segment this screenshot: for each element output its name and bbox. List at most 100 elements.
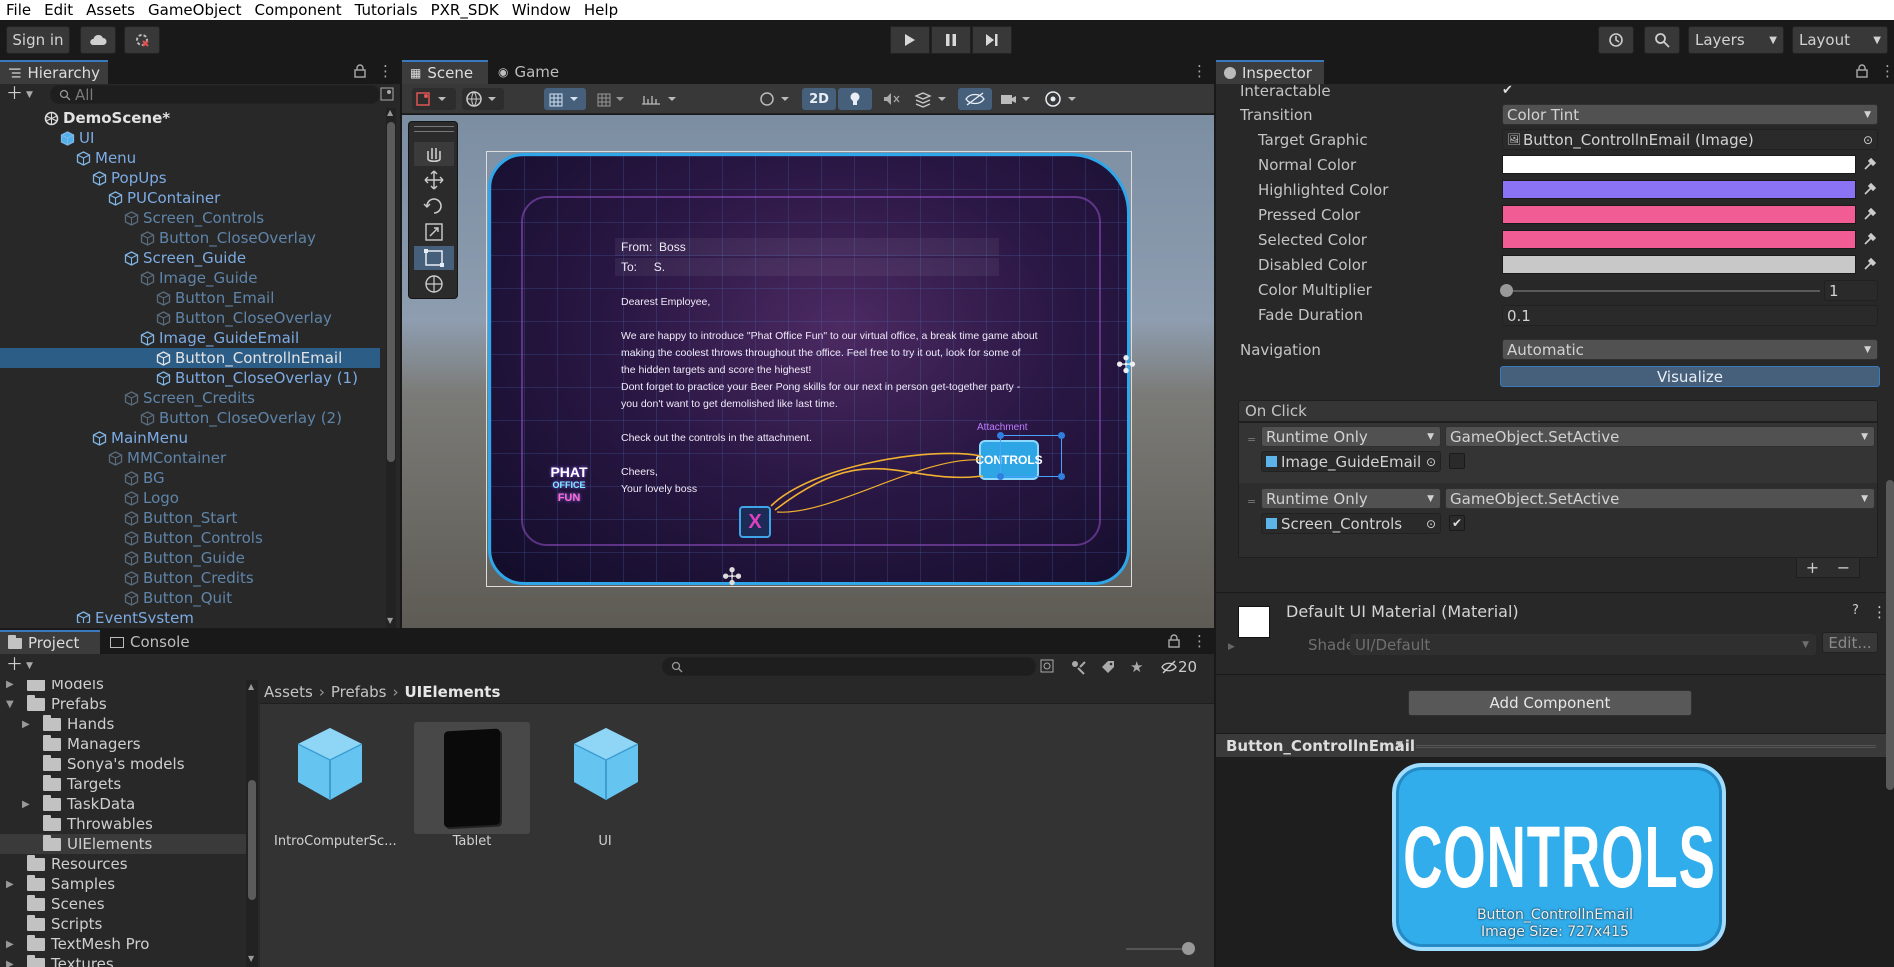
- chevron-right-icon[interactable]: ▶: [22, 719, 40, 730]
- tab-scene[interactable]: ▦ Scene: [402, 60, 488, 84]
- chevron-down-icon[interactable]: ▼: [1396, 740, 1403, 750]
- lock-icon[interactable]: [354, 64, 368, 80]
- breadcrumb-uielements[interactable]: UIElements: [405, 683, 501, 701]
- object-picker-icon[interactable]: ⊙: [1863, 133, 1873, 147]
- project-folder-item[interactable]: Throwables: [0, 814, 246, 834]
- ruler-dropdown[interactable]: [638, 88, 688, 110]
- project-folder-item[interactable]: ▼ Prefabs: [0, 694, 246, 714]
- multiplier-slider-thumb[interactable]: [1500, 284, 1513, 297]
- setactive-checkbox[interactable]: [1449, 453, 1465, 469]
- eyedropper-icon[interactable]: [1861, 205, 1879, 223]
- hierarchy-item[interactable]: MainMenu: [0, 428, 380, 448]
- scroll-up-icon[interactable]: ▲: [387, 108, 395, 118]
- help-icon[interactable]: ?: [1852, 603, 1859, 618]
- hierarchy-item[interactable]: Screen_Guide: [0, 248, 380, 268]
- move-tool[interactable]: [414, 168, 454, 192]
- resize-handle[interactable]: [1058, 473, 1065, 480]
- hand-tool[interactable]: [414, 142, 454, 166]
- lighting-toggle[interactable]: [838, 88, 872, 110]
- tag-icon[interactable]: [1100, 659, 1116, 675]
- hierarchy-scrollbar[interactable]: ▲ ▼: [386, 108, 396, 628]
- project-folder-item[interactable]: ▶ Samples: [0, 874, 246, 894]
- tab-hierarchy[interactable]: Hierarchy: [0, 60, 108, 84]
- chevron-right-icon[interactable]: ▶: [6, 879, 24, 890]
- hierarchy-search-input[interactable]: All: [50, 85, 380, 104]
- hierarchy-item[interactable]: BG: [0, 468, 380, 488]
- transform-tool[interactable]: [414, 272, 454, 296]
- resize-handle[interactable]: [1058, 432, 1065, 439]
- anchor-gizmo[interactable]: ✣: [722, 563, 742, 591]
- scene-visibility-icon[interactable]: [380, 87, 394, 101]
- scroll-down-icon[interactable]: ▼: [387, 616, 395, 626]
- project-folder-item[interactable]: Scripts: [0, 914, 246, 934]
- add-icon[interactable]: ＋: [6, 86, 23, 103]
- minus-icon[interactable]: −: [1837, 558, 1850, 577]
- project-search-input[interactable]: [662, 657, 1036, 676]
- shader-dropdown[interactable]: UI/Default ▼: [1350, 634, 1816, 655]
- lock-icon[interactable]: [1856, 64, 1868, 78]
- view-options-dropdown[interactable]: [756, 88, 798, 110]
- hierarchy-item[interactable]: PopUps: [0, 168, 380, 188]
- kebab-menu-icon[interactable]: ⋮: [1192, 632, 1207, 650]
- project-folder-item[interactable]: ▶ Hands: [0, 714, 246, 734]
- tab-game[interactable]: ◉ Game: [490, 60, 570, 84]
- function-dropdown[interactable]: GameObject.SetActive ▼: [1445, 426, 1875, 447]
- chevron-right-icon[interactable]: ▶: [6, 680, 24, 690]
- preview-title[interactable]: Button_ControllnEmail: [1226, 737, 1415, 755]
- star-icon[interactable]: ★: [1130, 658, 1143, 676]
- asset-item[interactable]: UI: [550, 722, 660, 862]
- function-dropdown[interactable]: GameObject.SetActive ▼: [1445, 488, 1875, 509]
- preview-resize-grip[interactable]: [1416, 745, 1876, 748]
- lock-icon[interactable]: [1168, 634, 1180, 648]
- project-folder-item[interactable]: ▶ TextMesh Pro: [0, 934, 246, 954]
- step-button[interactable]: [972, 26, 1012, 54]
- kebab-menu-icon[interactable]: ⋮: [378, 62, 393, 80]
- object-picker-icon[interactable]: ⊙: [1426, 455, 1436, 469]
- search-button[interactable]: [1644, 26, 1680, 54]
- target-graphic-field[interactable]: 🖼 Button_ControllnEmail (Image) ⊙: [1502, 129, 1878, 150]
- scale-tool[interactable]: [414, 220, 454, 244]
- chevron-down-icon[interactable]: ▼: [6, 699, 24, 710]
- chevron-right-icon[interactable]: ▶: [6, 939, 24, 950]
- tab-inspector[interactable]: Inspector: [1216, 60, 1324, 84]
- chevron-right-icon[interactable]: ▶: [6, 959, 24, 967]
- menu-window[interactable]: Window: [506, 1, 578, 19]
- menu-pxr-sdk[interactable]: PXR_SDK: [425, 1, 506, 19]
- add-icon[interactable]: ＋: [6, 657, 23, 674]
- eyedropper-icon[interactable]: [1861, 155, 1879, 173]
- grid-snap-dropdown[interactable]: [544, 88, 586, 110]
- visualize-button[interactable]: Visualize: [1500, 366, 1880, 387]
- project-folder-item[interactable]: Sonya's models: [0, 754, 246, 774]
- hierarchy-item[interactable]: Button_Quit: [0, 588, 380, 608]
- setactive-checkbox[interactable]: ✔: [1449, 515, 1465, 531]
- collab-button[interactable]: [124, 26, 160, 54]
- add-component-button[interactable]: Add Component: [1408, 690, 1692, 716]
- menu-help[interactable]: Help: [578, 1, 625, 19]
- hierarchy-item[interactable]: UI: [0, 128, 380, 148]
- draw-mode-dropdown[interactable]: [412, 88, 456, 110]
- scroll-up-icon[interactable]: ▲: [248, 682, 254, 691]
- menu-component[interactable]: Component: [249, 1, 349, 19]
- layers-dropdown[interactable]: Layers ▼: [1688, 26, 1784, 54]
- hierarchy-item[interactable]: Button_CloseOverlay: [0, 308, 380, 328]
- eyedropper-icon[interactable]: [1861, 230, 1879, 248]
- expand-arrow-icon[interactable]: ▶: [1228, 642, 1235, 652]
- scroll-down-icon[interactable]: ▼: [248, 954, 254, 963]
- project-folder-item[interactable]: ▶ Models: [0, 680, 246, 694]
- increment-snap-dropdown[interactable]: [592, 88, 632, 110]
- hierarchy-item[interactable]: DemoScene*: [0, 108, 380, 128]
- project-folder-item[interactable]: Resources: [0, 854, 246, 874]
- search-by-label-icon[interactable]: [1070, 659, 1086, 675]
- audio-toggle[interactable]: [874, 88, 908, 110]
- hierarchy-item[interactable]: Menu: [0, 148, 380, 168]
- sign-in-button[interactable]: Sign in: [6, 26, 70, 54]
- shader-edit-button[interactable]: Edit...: [1822, 632, 1878, 653]
- chevron-down-icon[interactable]: ▼: [26, 661, 33, 671]
- hierarchy-item[interactable]: Logo: [0, 488, 380, 508]
- hierarchy-item[interactable]: Button_CloseOverlay: [0, 228, 380, 248]
- menu-assets[interactable]: Assets: [80, 1, 142, 19]
- kebab-menu-icon[interactable]: ⋮: [1192, 62, 1207, 80]
- navigation-dropdown[interactable]: Automatic ▼: [1502, 339, 1878, 360]
- color-multiplier-field[interactable]: 1: [1824, 280, 1878, 301]
- hidden-objects-toggle[interactable]: [958, 88, 992, 110]
